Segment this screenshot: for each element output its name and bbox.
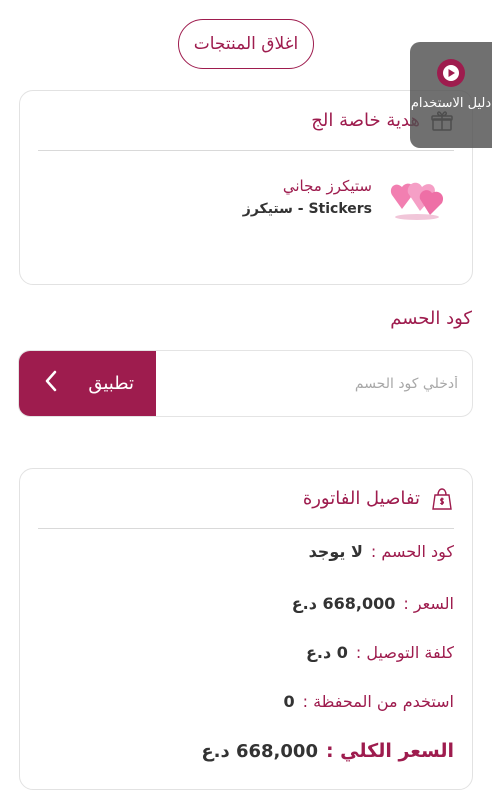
chevron-left-icon — [43, 369, 59, 398]
coupon-input[interactable] — [156, 351, 472, 416]
invoice-row-label: كود الحسم : — [370, 541, 454, 561]
discount-code-label: كود الحسم — [390, 308, 472, 329]
invoice-row-label: السعر : — [403, 593, 454, 613]
invoice-row-wallet: استخدم من المحفظة : 0 — [283, 691, 454, 711]
invoice-row-value: لا يوجد — [308, 541, 363, 561]
invoice-bag-icon — [430, 487, 454, 511]
coupon-form: تطبيق — [18, 350, 473, 417]
user-guide-label: دليل الاستخدام — [410, 96, 492, 111]
apply-button-label: تطبيق — [88, 373, 134, 394]
invoice-total-label: السعر الكلي : — [325, 740, 454, 762]
gift-card: هدية خاصة الج ستيكرز مجاني Stickers - ست… — [19, 90, 473, 285]
gift-item-subtitle: Stickers - ستيكرز — [242, 201, 372, 217]
gift-item: ستيكرز مجاني Stickers - ستيكرز — [243, 173, 450, 221]
invoice-row-value: 668,000 د.ع — [291, 593, 396, 613]
invoice-row-value: 0 — [283, 691, 295, 711]
apply-button[interactable]: تطبيق — [19, 351, 156, 416]
gift-title: هدية خاصة الج — [311, 110, 420, 131]
play-icon — [436, 58, 466, 88]
invoice-total: السعر الكلي : 668,000 د.ع — [201, 740, 454, 762]
invoice-row-label: استخدم من المحفظة : — [302, 691, 454, 711]
invoice-row-coupon: كود الحسم : لا يوجد — [309, 541, 454, 561]
invoice-row-price: السعر : 668,000 د.ع — [292, 593, 454, 613]
invoice-row-value: 0 د.ع — [305, 642, 348, 662]
invoice-row-label: كلفة التوصيل : — [355, 642, 454, 662]
invoice-row-delivery: كلفة التوصيل : 0 د.ع — [306, 642, 454, 662]
gift-item-name: ستيكرز مجاني — [282, 177, 372, 195]
invoice-card: تفاصيل الفاتورة كود الحسم : لا يوجد السع… — [19, 468, 473, 790]
invoice-card-header: تفاصيل الفاتورة — [38, 469, 454, 529]
gift-card-header: هدية خاصة الج — [38, 91, 454, 151]
invoice-title: تفاصيل الفاتورة — [302, 488, 420, 509]
stickers-image — [384, 173, 450, 221]
invoice-total-value: 668,000 د.ع — [201, 740, 318, 762]
user-guide-button[interactable]: دليل الاستخدام — [410, 42, 492, 148]
close-products-button[interactable]: اغلاق المنتجات — [178, 19, 314, 69]
